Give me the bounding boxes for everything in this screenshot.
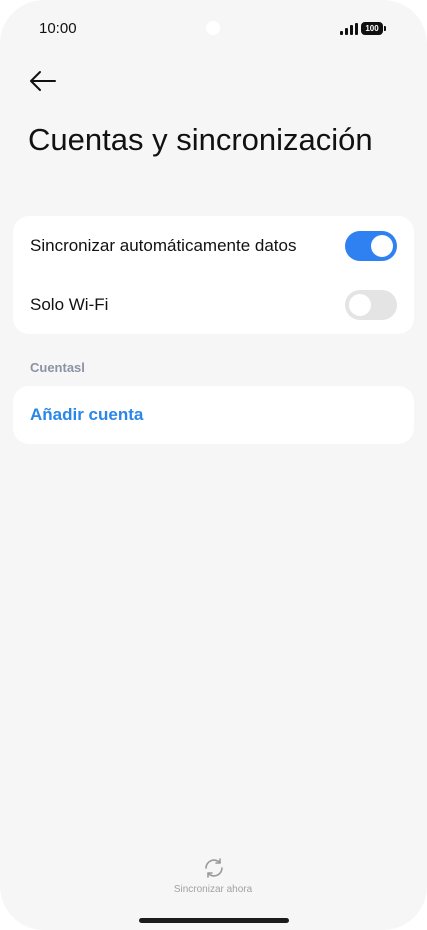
sync-settings-card: Sincronizar automáticamente datos Solo W… (13, 216, 414, 334)
status-time: 10:00 (39, 20, 77, 37)
signal-icon (340, 23, 358, 35)
battery-icon: 100 (361, 22, 383, 35)
toggle-knob (371, 234, 393, 257)
home-indicator[interactable] (139, 918, 289, 923)
status-bar: 10:00 100 (0, 0, 427, 58)
add-account-label: Añadir cuenta (30, 405, 144, 424)
battery-tip (384, 26, 386, 31)
toggle-knob (349, 293, 371, 316)
accounts-section-label: Cuentasl (30, 360, 85, 375)
wifi-only-toggle[interactable] (345, 289, 397, 320)
refresh-icon (205, 858, 223, 878)
phone-screen: 10:00 100 Cuentas y sincronización Sincr… (0, 0, 427, 930)
back-button[interactable] (26, 65, 60, 97)
arrow-left-icon (30, 71, 56, 91)
front-camera (206, 21, 220, 35)
sync-now-label: Sincronizar ahora (173, 884, 253, 895)
add-account-button[interactable]: Añadir cuenta (13, 386, 414, 444)
auto-sync-row[interactable]: Sincronizar automáticamente datos (13, 216, 414, 275)
wifi-only-label: Solo Wi-Fi (30, 294, 109, 314)
wifi-only-row[interactable]: Solo Wi-Fi (13, 275, 414, 334)
page-title: Cuentas y sincronización (28, 122, 373, 157)
auto-sync-label: Sincronizar automáticamente datos (30, 235, 297, 255)
auto-sync-toggle[interactable] (345, 230, 397, 261)
sync-now-button[interactable]: Sincronizar ahora (113, 852, 313, 902)
